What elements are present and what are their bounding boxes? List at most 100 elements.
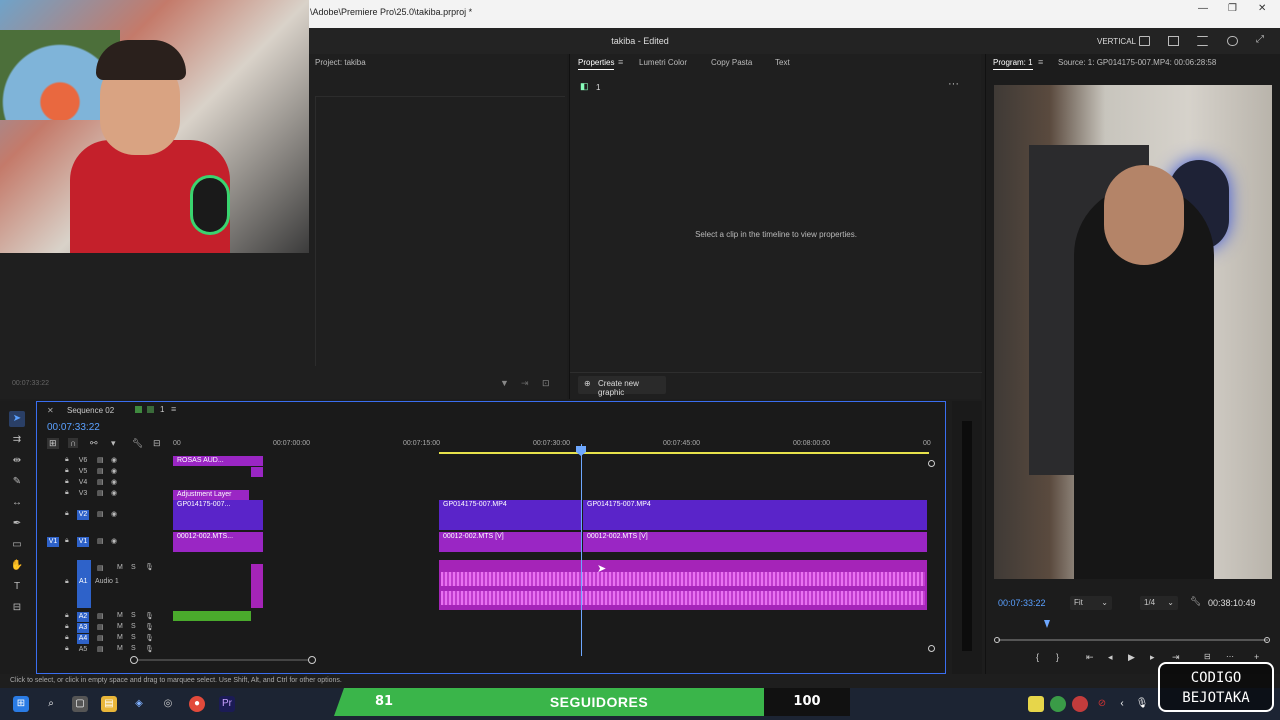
fit-dropdown[interactable]: Fit ⌄ bbox=[1070, 596, 1112, 610]
resolution-dropdown[interactable]: 1/4 ⌄ bbox=[1140, 596, 1178, 610]
step-back-button[interactable]: ◂ bbox=[1108, 652, 1113, 663]
tab-menu-icon[interactable]: ≡ bbox=[618, 57, 623, 67]
tray-icon[interactable] bbox=[1028, 696, 1044, 712]
sequence-menu-icon[interactable]: ≡ bbox=[171, 404, 176, 414]
snap-icon[interactable]: ∩ bbox=[68, 438, 79, 448]
hand-tool-icon[interactable]: ✋ bbox=[9, 558, 25, 574]
mute-button[interactable]: M bbox=[117, 612, 123, 619]
step-forward-button[interactable]: ▸ bbox=[1150, 652, 1155, 663]
sync-icon[interactable]: ▤ bbox=[97, 612, 104, 620]
timeline-timecode[interactable]: 00:07:33:22 bbox=[47, 422, 100, 433]
restore-button[interactable]: ❐ bbox=[1228, 3, 1237, 14]
linked-selection-icon[interactable]: ⚯ bbox=[90, 438, 98, 449]
minimize-button[interactable]: — bbox=[1198, 3, 1208, 14]
sync-icon[interactable]: ▤ bbox=[97, 634, 104, 642]
program-menu-icon[interactable]: ≡ bbox=[1038, 57, 1043, 67]
clip-mts-small[interactable]: 00012-002.MTS... bbox=[173, 532, 263, 552]
tray-chevron-icon[interactable]: ‹ bbox=[1114, 696, 1130, 712]
create-graphic-button[interactable]: Create new graphic bbox=[578, 376, 666, 397]
lock-icon[interactable]: 🔒︎ bbox=[65, 623, 69, 631]
filter-icon[interactable]: ▼ bbox=[500, 378, 509, 388]
out-handle[interactable] bbox=[1264, 637, 1270, 643]
new-item-icon[interactable]: ⊡ bbox=[542, 378, 550, 389]
in-handle[interactable] bbox=[994, 637, 1000, 643]
sync-icon[interactable]: ▤ bbox=[97, 510, 104, 518]
mute-button[interactable]: M bbox=[117, 634, 123, 641]
tray-icon[interactable]: ⊘ bbox=[1094, 696, 1110, 712]
captions-icon[interactable]: ⊟ bbox=[153, 438, 161, 449]
track-label[interactable]: V3 bbox=[77, 489, 89, 499]
project-bin[interactable] bbox=[315, 96, 565, 366]
program-scrubber[interactable] bbox=[998, 639, 1268, 641]
timeline-zoom-bar[interactable] bbox=[133, 659, 313, 661]
type-tool-icon[interactable]: T bbox=[9, 579, 25, 595]
track-label[interactable]: V1 bbox=[77, 537, 89, 547]
clip-mts-b[interactable]: 00012-002.MTS [V] bbox=[583, 532, 927, 552]
menu-icon[interactable] bbox=[1197, 36, 1208, 46]
wrench-icon[interactable]: 🔧︎ bbox=[1190, 596, 1201, 607]
solo-button[interactable]: S bbox=[131, 645, 136, 652]
clip-rosas-tail[interactable] bbox=[251, 467, 263, 477]
chrome-icon[interactable]: ● bbox=[189, 696, 205, 712]
settings-icon[interactable]: ⋯ bbox=[1226, 652, 1234, 661]
microphone-icon[interactable]: 🎙︎ bbox=[145, 563, 154, 571]
timeline-playhead[interactable] bbox=[581, 444, 582, 656]
lock-icon[interactable]: 🔒︎ bbox=[65, 634, 69, 642]
fullscreen-icon[interactable]: ⤢ bbox=[1256, 34, 1267, 45]
project-panel-label[interactable]: Project: takiba bbox=[315, 58, 366, 67]
export-frame-icon[interactable]: ⊟ bbox=[1204, 652, 1211, 661]
tab-program[interactable]: Program: 1 bbox=[993, 58, 1033, 70]
tab-text[interactable]: Text bbox=[775, 58, 790, 67]
share-icon[interactable] bbox=[1168, 36, 1179, 46]
track-select-icon[interactable]: ⇉ bbox=[9, 432, 25, 448]
mute-button[interactable]: M bbox=[117, 564, 123, 571]
clip-rosas-audio[interactable]: ROSAS AUD... bbox=[173, 456, 263, 466]
app-icon[interactable]: ◈ bbox=[131, 696, 147, 712]
clip-adjustment-layer[interactable]: Adjustment Layer bbox=[173, 490, 249, 500]
tray-mic-icon[interactable]: 🎙︎ bbox=[1134, 696, 1150, 712]
lock-icon[interactable]: 🔒︎ bbox=[65, 578, 69, 586]
program-playhead[interactable] bbox=[1044, 620, 1050, 628]
lock-icon[interactable]: 🔒︎ bbox=[65, 467, 69, 475]
file-explorer-icon[interactable]: ▤ bbox=[101, 696, 117, 712]
track-label[interactable]: V4 bbox=[77, 478, 89, 488]
vertical-scroll-handle[interactable] bbox=[928, 645, 935, 652]
sync-icon[interactable]: ▤ bbox=[97, 489, 104, 497]
go-to-in-button[interactable]: ⇤ bbox=[1086, 652, 1094, 663]
tray-icon[interactable] bbox=[1050, 696, 1066, 712]
razor-tool-icon[interactable]: ✎ bbox=[9, 474, 25, 490]
tab-source[interactable]: Source: 1: GP014175-007.MP4: 00:06:28:58 bbox=[1058, 58, 1216, 67]
sync-icon[interactable]: ▤ bbox=[97, 537, 104, 545]
vertical-scroll-handle[interactable] bbox=[928, 460, 935, 467]
workspace-icon[interactable] bbox=[1139, 36, 1150, 46]
track-label[interactable]: V2 bbox=[77, 510, 89, 520]
windows-start-icon[interactable]: ⊞ bbox=[13, 696, 29, 712]
mute-button[interactable]: M bbox=[117, 645, 123, 652]
track-label[interactable]: A4 bbox=[77, 634, 89, 644]
eye-icon[interactable]: ◉ bbox=[111, 467, 117, 475]
track-label[interactable]: A1 bbox=[79, 578, 88, 585]
selection-tool-icon[interactable]: ➤ bbox=[9, 411, 25, 427]
lock-icon[interactable]: 🔒︎ bbox=[65, 537, 69, 545]
track-label[interactable]: A5 bbox=[77, 645, 89, 655]
eye-icon[interactable]: ◉ bbox=[111, 489, 117, 497]
slip-tool-icon[interactable]: ↔ bbox=[9, 495, 25, 511]
microphone-icon[interactable]: 🎙︎ bbox=[145, 634, 154, 642]
lock-icon[interactable]: 🔒︎ bbox=[65, 456, 69, 464]
sync-icon[interactable]: ▤ bbox=[97, 623, 104, 631]
close-button[interactable]: ✕ bbox=[1258, 3, 1266, 14]
timeline-settings-icon[interactable]: 🔧︎ bbox=[132, 438, 143, 449]
lock-icon[interactable]: 🔒︎ bbox=[65, 489, 69, 497]
zoom-handle-right[interactable] bbox=[308, 656, 316, 664]
tab-copy-pasta[interactable]: Copy Pasta bbox=[711, 58, 752, 67]
clip-mts-a[interactable]: 00012-002.MTS [V] bbox=[439, 532, 581, 552]
sync-icon[interactable]: ▤ bbox=[97, 467, 104, 475]
pen-tool-icon[interactable]: ✒ bbox=[9, 516, 25, 532]
insert-nest-icon[interactable]: ⊞ bbox=[47, 438, 59, 449]
search-icon[interactable] bbox=[1227, 36, 1238, 46]
automate-icon[interactable]: ⇥ bbox=[521, 378, 529, 389]
close-sequence-icon[interactable]: ✕ bbox=[47, 406, 54, 415]
track-label[interactable]: A3 bbox=[77, 623, 89, 633]
search-icon[interactable]: ⌕ bbox=[43, 696, 59, 712]
ripple-edit-icon[interactable]: ⇹ bbox=[9, 453, 25, 469]
